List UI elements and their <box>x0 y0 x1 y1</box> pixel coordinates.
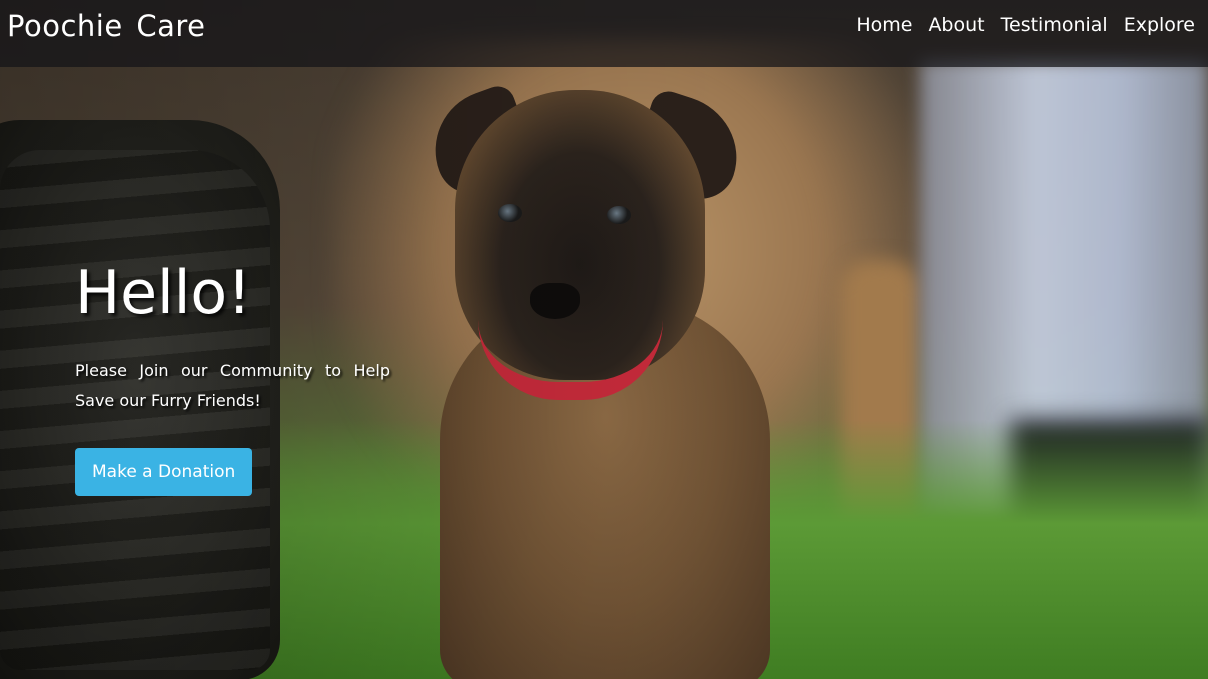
landing-page: Poochie Care Home About Testimonial Expl… <box>0 0 1208 679</box>
nav-link-about[interactable]: About <box>928 14 984 36</box>
nav-link-explore[interactable]: Explore <box>1124 14 1195 36</box>
brand-logo-text[interactable]: Poochie Care <box>7 9 206 43</box>
nav-link-home[interactable]: Home <box>856 14 912 36</box>
hero-subtitle: Please Join our Community to Help Save o… <box>75 361 390 410</box>
hero-content: Hello! Please Join our Community to Help… <box>75 255 405 496</box>
nav-link-testimonial[interactable]: Testimonial <box>1001 14 1108 36</box>
make-donation-button[interactable]: Make a Donation <box>75 448 253 496</box>
hero-title: Hello! <box>75 258 252 328</box>
top-navbar: Poochie Care Home About Testimonial Expl… <box>0 0 1208 67</box>
nav-links: Home About Testimonial Explore <box>856 14 1195 36</box>
